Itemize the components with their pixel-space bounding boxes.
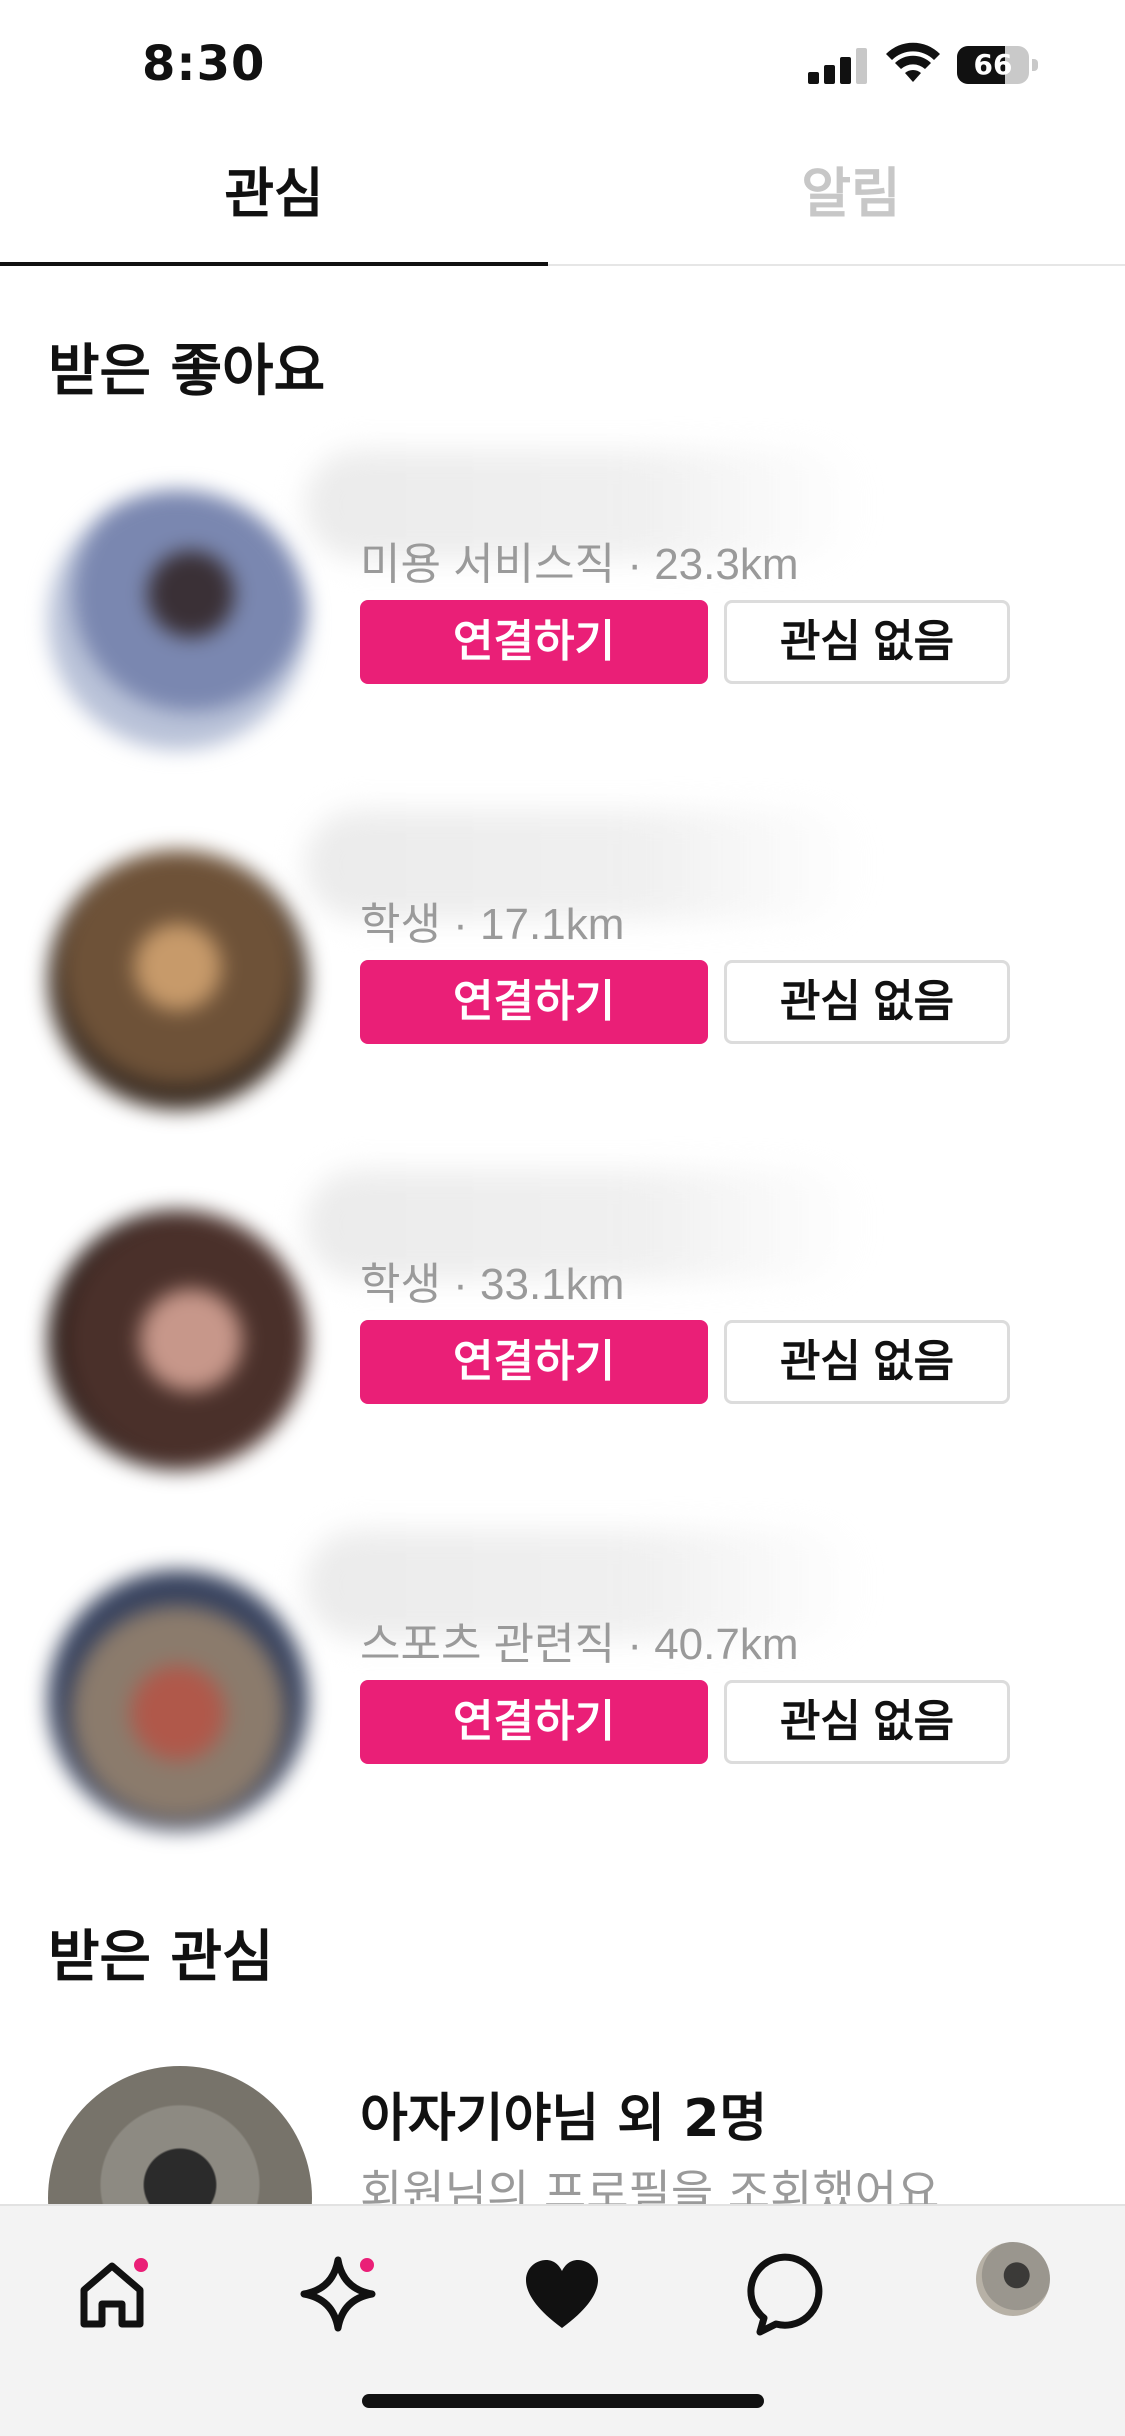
like-card: 학생 · 33.1km 연결하기 관심 없음 xyxy=(0,1170,1125,1490)
nav-discover[interactable] xyxy=(288,2244,388,2344)
tab-bar: 관심 알림 xyxy=(0,130,1125,266)
wifi-icon xyxy=(886,42,940,82)
not-interested-button[interactable]: 관심 없음 xyxy=(724,1680,1010,1764)
nav-chat[interactable] xyxy=(738,2244,838,2344)
profile-meta: 학생 · 17.1km xyxy=(360,900,625,949)
like-card: 학생 · 17.1km 연결하기 관심 없음 xyxy=(0,810,1125,1130)
interest-title: 아자기야님 외 2명 xyxy=(360,2089,768,2149)
not-interested-button[interactable]: 관심 없음 xyxy=(724,600,1010,684)
like-card: 스포츠 관련직 · 40.7km 연결하기 관심 없음 xyxy=(0,1530,1125,1850)
avatar[interactable] xyxy=(48,1210,308,1470)
connect-button[interactable]: 연결하기 xyxy=(360,1320,708,1404)
battery-icon: 66 xyxy=(957,46,1039,84)
chat-icon xyxy=(747,2253,823,2336)
not-interested-button[interactable]: 관심 없음 xyxy=(724,1320,1010,1404)
interest-section-title: 받은 관심 xyxy=(48,1925,274,1990)
cellular-signal-icon xyxy=(808,46,870,84)
badge-dot xyxy=(358,2256,376,2274)
connect-button[interactable]: 연결하기 xyxy=(360,600,708,684)
home-indicator xyxy=(362,2394,764,2408)
avatar[interactable] xyxy=(48,490,308,750)
tab-notifications[interactable]: 알림 xyxy=(577,130,1125,266)
profile-meta: 미용 서비스직 · 23.3km xyxy=(360,540,799,589)
nav-likes[interactable] xyxy=(512,2244,612,2344)
like-card: 미용 서비스직 · 23.3km 연결하기 관심 없음 xyxy=(0,450,1125,770)
status-time: 8:30 xyxy=(142,36,266,92)
likes-section-title: 받은 좋아요 xyxy=(48,339,326,404)
profile-meta: 학생 · 33.1km xyxy=(360,1260,625,1309)
nav-home[interactable] xyxy=(62,2244,162,2344)
profile-meta: 스포츠 관련직 · 40.7km xyxy=(360,1620,799,1669)
profile-avatar[interactable] xyxy=(976,2242,1050,2316)
avatar[interactable] xyxy=(48,850,308,1110)
badge-dot xyxy=(132,2256,150,2274)
avatar[interactable] xyxy=(48,1570,308,1830)
heart-icon xyxy=(526,2260,598,2328)
battery-percent: 66 xyxy=(973,48,1013,81)
not-interested-button[interactable]: 관심 없음 xyxy=(724,960,1010,1044)
connect-button[interactable]: 연결하기 xyxy=(360,1680,708,1764)
status-bar: 8:30 66 xyxy=(0,0,1125,130)
connect-button[interactable]: 연결하기 xyxy=(360,960,708,1044)
tab-interest[interactable]: 관심 xyxy=(0,130,548,266)
